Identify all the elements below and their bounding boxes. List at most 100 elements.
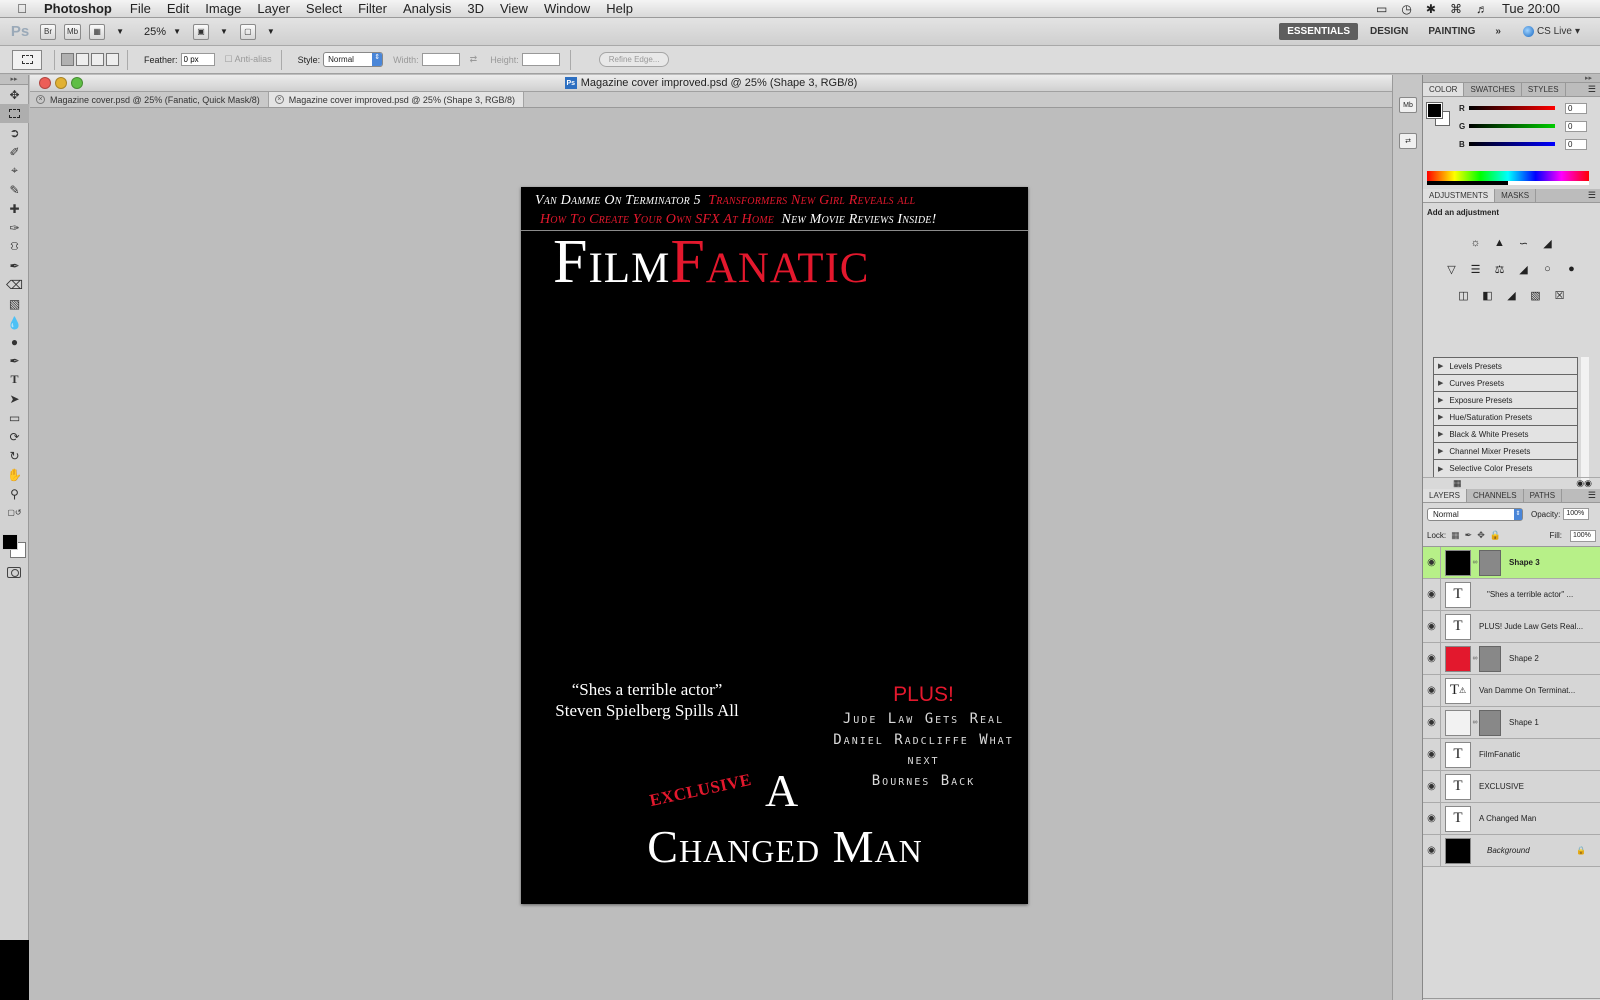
color-balance-icon[interactable]: ⚖	[1491, 262, 1508, 276]
channel-mixer-icon[interactable]: ●	[1563, 262, 1580, 276]
zoom-tool-icon[interactable]: ⚲	[0, 484, 29, 503]
layer-shape-3[interactable]: ◉ ∞ Shape 3	[1423, 546, 1600, 579]
panel-menu-icon[interactable]: ☰	[1588, 189, 1596, 202]
hue-saturation-icon[interactable]: ☰	[1467, 262, 1484, 276]
clone-stamp-tool-icon[interactable]: ⛻	[0, 237, 29, 256]
hand-tool-icon[interactable]: ✋	[0, 465, 29, 484]
foreground-color-swatch[interactable]	[2, 534, 18, 550]
lock-all-icon[interactable]: 🔒	[1490, 530, 1501, 541]
tab-swatches[interactable]: SWATCHES	[1464, 83, 1522, 96]
apple-icon[interactable]: 	[0, 1, 44, 16]
brightness-contrast-icon[interactable]: ☼	[1467, 236, 1484, 250]
volume-icon[interactable]: ♬	[1476, 2, 1488, 16]
gradient-tool-icon[interactable]: ▧	[0, 294, 29, 313]
menu-image[interactable]: Image	[197, 1, 249, 16]
clock[interactable]: Tue 20:00	[1502, 1, 1560, 16]
photo-filter-icon[interactable]: ○	[1539, 262, 1556, 276]
zoom-window-button[interactable]	[71, 77, 83, 89]
layer-filmfanatic-text[interactable]: ◉ T FilmFanatic	[1423, 738, 1600, 771]
workspace-design[interactable]: DESIGN	[1362, 23, 1416, 40]
tab-color[interactable]: COLOR	[1423, 83, 1465, 96]
eraser-tool-icon[interactable]: ⌫	[0, 275, 29, 294]
quick-mask-icon[interactable]	[7, 567, 21, 578]
tab-masks[interactable]: MASKS	[1495, 189, 1537, 202]
visibility-eye-icon[interactable]: ◉	[1423, 578, 1441, 611]
bluetooth-icon[interactable]: ✱	[1426, 2, 1436, 16]
red-value-input[interactable]: 0	[1565, 102, 1587, 114]
move-tool-icon[interactable]: ✥	[0, 85, 29, 104]
view-extras-button[interactable]: ▦	[89, 23, 106, 40]
anti-alias-checkbox[interactable]: ☐ Anti-alias	[225, 54, 272, 65]
layer-quote-text[interactable]: ◉ T "Shes a terrible actor" ...	[1423, 578, 1600, 611]
panel-menu-icon[interactable]: ☰	[1588, 489, 1596, 502]
preset-black-white[interactable]: ▶ Black & White Presets	[1434, 426, 1577, 443]
tool-preset-picker[interactable]	[12, 49, 42, 70]
color-spectrum-ramp[interactable]	[1427, 171, 1589, 185]
subtract-from-selection-button[interactable]	[91, 53, 104, 66]
presets-scrollbar[interactable]	[1581, 357, 1589, 481]
menu-analysis[interactable]: Analysis	[395, 1, 459, 16]
arrange-documents-button[interactable]: ▣	[193, 23, 209, 40]
new-selection-button[interactable]	[61, 53, 74, 66]
vector-mask-thumbnail[interactable]	[1479, 709, 1501, 736]
preset-selective-color[interactable]: ▶ Selective Color Presets	[1434, 460, 1577, 477]
launch-bridge-button[interactable]: Br	[40, 23, 56, 40]
blue-value-input[interactable]: 0	[1565, 138, 1587, 150]
menu-filter[interactable]: Filter	[350, 1, 395, 16]
fill-input[interactable]: 100%	[1570, 529, 1596, 542]
tab-layers[interactable]: LAYERS	[1423, 489, 1467, 502]
preset-channel-mixer[interactable]: ▶ Channel Mixer Presets	[1434, 443, 1577, 460]
zoom-level[interactable]: 25%	[144, 26, 166, 38]
healing-brush-tool-icon[interactable]: ✚	[0, 199, 29, 218]
tab-channels[interactable]: CHANNELS	[1467, 489, 1524, 502]
posterize-icon[interactable]: ◧	[1479, 288, 1496, 302]
gradient-map-icon[interactable]: ▧	[1527, 288, 1544, 302]
menu-3d[interactable]: 3D	[459, 1, 492, 16]
visibility-eye-icon[interactable]: ◉	[1423, 706, 1441, 739]
visibility-eye-icon[interactable]: ◉	[1423, 770, 1441, 803]
rectangular-marquee-tool-icon[interactable]	[0, 104, 29, 123]
battery-icon[interactable]: ▭	[1376, 2, 1387, 16]
panel-collapse-grip[interactable]: ▸▸	[1423, 75, 1600, 83]
close-icon[interactable]: ×	[36, 95, 45, 104]
menu-help[interactable]: Help	[598, 1, 641, 16]
crop-tool-icon[interactable]: ⌖	[0, 161, 29, 180]
close-icon[interactable]: ×	[274, 95, 284, 104]
vector-mask-thumbnail[interactable]	[1479, 549, 1501, 576]
wifi-icon[interactable]: ⌘	[1450, 2, 1462, 16]
layer-exclusive-text[interactable]: ◉ T EXCLUSIVE	[1423, 770, 1600, 803]
vibrance-icon[interactable]: ▽	[1443, 262, 1460, 276]
lasso-tool-icon[interactable]: ➲	[0, 123, 29, 142]
layer-changed-man-text[interactable]: ◉ T A Changed Man	[1423, 802, 1600, 835]
add-to-selection-button[interactable]	[76, 53, 89, 66]
opacity-input[interactable]: 100%	[1563, 508, 1590, 520]
brush-tool-icon[interactable]: ✑	[0, 218, 29, 237]
lock-transparency-icon[interactable]: ▦	[1451, 530, 1460, 541]
preset-levels[interactable]: ▶ Levels Presets	[1434, 358, 1577, 375]
red-slider[interactable]	[1469, 106, 1555, 110]
invert-icon[interactable]: ◫	[1455, 288, 1472, 302]
vector-mask-thumbnail[interactable]	[1479, 645, 1501, 672]
curves-icon[interactable]: ∽	[1515, 236, 1532, 250]
more-workspaces-button[interactable]: »	[1487, 23, 1509, 40]
visibility-eye-icon[interactable]: ◉	[1423, 802, 1441, 835]
3d-rotate-tool-icon[interactable]: ⟳	[0, 427, 29, 446]
menu-window[interactable]: Window	[536, 1, 598, 16]
visibility-eye-icon[interactable]: ◉	[1423, 642, 1441, 675]
history-panel-icon[interactable]: ⇄	[1399, 133, 1417, 149]
tab-adjustments[interactable]: ADJUSTMENTS	[1423, 189, 1496, 202]
threshold-icon[interactable]: ◢	[1503, 288, 1520, 302]
swap-icon[interactable]: ⇄	[470, 54, 478, 65]
3d-orbit-tool-icon[interactable]: ↻	[0, 446, 29, 465]
panel-menu-icon[interactable]: ☰	[1588, 83, 1596, 96]
workspace-essentials[interactable]: ESSENTIALS	[1279, 23, 1358, 40]
swap-colors-icon[interactable]: ▢↺	[0, 503, 29, 522]
time-machine-icon[interactable]: ◷	[1401, 2, 1411, 16]
workspace-painting[interactable]: PAINTING	[1420, 23, 1483, 40]
height-input[interactable]	[521, 53, 560, 66]
tab-styles[interactable]: STYLES	[1522, 83, 1566, 96]
style-select[interactable]: Normal ⇕	[323, 52, 384, 67]
intersect-selection-button[interactable]	[106, 53, 119, 66]
history-brush-tool-icon[interactable]: ✒	[0, 256, 29, 275]
panel-collapse-grip[interactable]: ▸▸	[0, 75, 28, 85]
